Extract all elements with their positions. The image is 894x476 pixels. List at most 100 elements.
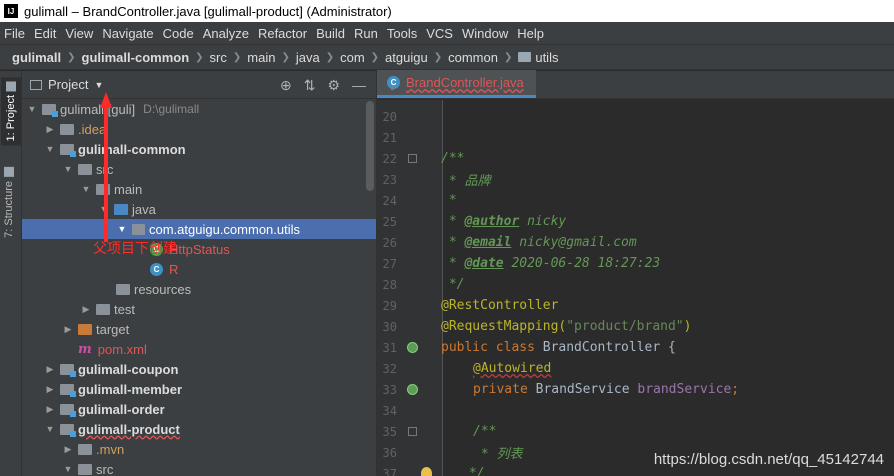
chevron-down-icon[interactable]: ▼ [26, 104, 38, 114]
code-line[interactable]: 30 @RequestMapping("product/brand") [377, 316, 894, 337]
menu-vcs[interactable]: VCS [426, 26, 453, 41]
menu-view[interactable]: View [65, 26, 93, 41]
structure-tool-tab[interactable]: 7: Structure [3, 167, 15, 238]
code-line[interactable]: 31 public class BrandController { [377, 337, 894, 358]
chevron-right-icon[interactable]: ▶ [62, 324, 74, 335]
tree-item-gulimall-product[interactable]: ▼ gulimall-product [22, 419, 376, 439]
code-line[interactable]: 34 [377, 400, 894, 421]
tree-item-label: com.atguigu.common.utils [149, 221, 301, 237]
gear-icon[interactable]: ⚙ [327, 77, 340, 94]
project-tool-tab[interactable]: 1: Project [1, 77, 21, 146]
tree-item-main[interactable]: ▼ main [22, 179, 376, 199]
class-icon: C [150, 262, 163, 276]
chevron-right-icon[interactable]: ▶ [44, 404, 56, 415]
tree-item-gulimall-common[interactable]: ▼ gulimall-common [22, 139, 376, 159]
menu-navigate[interactable]: Navigate [102, 26, 153, 41]
tree-item-pom[interactable]: m pom.xml [22, 339, 376, 359]
project-panel-header: Project ▼ ⊕ ⇅ ⚙ — [22, 71, 376, 99]
line-number: 34 [382, 403, 397, 418]
project-panel-title[interactable]: Project [48, 77, 88, 92]
tree-item-java[interactable]: ▼ java [22, 199, 376, 219]
code-line[interactable]: 33 private BrandService brandService; [377, 379, 894, 400]
chevron-right-icon[interactable]: ▶ [44, 124, 56, 135]
chevron-down-icon[interactable]: ▼ [116, 224, 128, 234]
tree-item-target[interactable]: ▶ target [22, 319, 376, 339]
menu-file[interactable]: File [4, 26, 25, 41]
line-number: 27 [382, 256, 397, 271]
locate-icon[interactable]: ⊕ [280, 77, 292, 94]
breadcrumb-item[interactable]: atguigu [385, 50, 428, 65]
tree-item-product-src[interactable]: ▼ src [22, 459, 376, 476]
tree-item-src[interactable]: ▼ src [22, 159, 376, 179]
chevron-down-icon[interactable]: ▼ [80, 184, 92, 194]
breadcrumb-item[interactable]: com [340, 50, 365, 65]
tree-item-gulimall-order[interactable]: ▶ gulimall-order [22, 399, 376, 419]
code-text: */ [461, 466, 485, 476]
menu-build[interactable]: Build [316, 26, 345, 41]
tree-item-gulimall-member[interactable]: ▶ gulimall-member [22, 379, 376, 399]
code-line[interactable]: 32 @Autowired [377, 358, 894, 379]
spring-bean-icon[interactable] [406, 384, 418, 395]
breadcrumb-item[interactable]: main [247, 50, 275, 65]
code-text: BrandService [535, 382, 638, 397]
fold-marker-icon[interactable] [407, 427, 417, 436]
menu-tools[interactable]: Tools [387, 26, 417, 41]
code-line[interactable]: 24 * [377, 190, 894, 211]
tree-item-label: pom.xml [97, 341, 147, 357]
tree-item-mvn[interactable]: ▶ .mvn [22, 439, 376, 459]
chevron-down-icon[interactable]: ▼ [44, 424, 56, 434]
menu-window[interactable]: Window [462, 26, 508, 41]
tree-item-httpstatus[interactable]: C HttpStatus [22, 239, 376, 259]
code-line[interactable]: 27 * @date 2020-06-28 18:27:23 [377, 253, 894, 274]
breadcrumb-item[interactable]: gulimall-common [82, 50, 190, 65]
chevron-right-icon: ❯ [67, 51, 76, 63]
tree-item-resources[interactable]: resources [22, 279, 376, 299]
breadcrumb-item[interactable]: common [448, 50, 498, 65]
tab-brandcontroller[interactable]: C BrandController.java [377, 70, 536, 98]
breadcrumb-item[interactable]: utils [535, 50, 558, 65]
fold-marker-icon[interactable] [407, 154, 417, 163]
code-line[interactable]: 22 /** [377, 148, 894, 169]
chevron-right-icon[interactable]: ▶ [44, 384, 56, 395]
chevron-right-icon[interactable]: ▶ [44, 364, 56, 375]
menu-analyze[interactable]: Analyze [203, 26, 249, 41]
tree-item-test[interactable]: ▶ test [22, 299, 376, 319]
collapse-all-icon[interactable]: ⇅ [304, 77, 316, 94]
tree-item-r[interactable]: C R [22, 259, 376, 279]
lightbulb-icon[interactable] [421, 467, 432, 476]
chevron-down-icon[interactable]: ▼ [44, 144, 56, 154]
menu-help[interactable]: Help [517, 26, 544, 41]
chevron-right-icon: ❯ [433, 51, 443, 63]
chevron-right-icon[interactable]: ▶ [62, 444, 74, 455]
chevron-down-icon[interactable]: ▼ [62, 164, 74, 174]
breadcrumb-item[interactable]: src [210, 50, 227, 65]
code-text: @RestController [441, 298, 559, 313]
tree-item-gulimall[interactable]: ▼ gulimall [guli] D:\gulimall [22, 99, 376, 119]
code-line[interactable]: 21 [377, 127, 894, 148]
tree-scrollbar[interactable] [366, 101, 374, 191]
menu-refactor[interactable]: Refactor [258, 26, 307, 41]
folder-icon [42, 103, 58, 117]
tree-item-idea[interactable]: ▶ .idea [22, 119, 376, 139]
tree-item-utils-package[interactable]: ▼ com.atguigu.common.utils [22, 219, 376, 239]
breadcrumb-item[interactable]: java [296, 50, 320, 65]
menu-run[interactable]: Run [354, 26, 378, 41]
code-line[interactable]: 20 [377, 106, 894, 127]
code-line[interactable]: 35 /** [377, 421, 894, 442]
chevron-right-icon[interactable]: ▶ [80, 304, 92, 315]
code-line[interactable]: 29 @RestController [377, 295, 894, 316]
code-line[interactable]: 23 * 品牌 [377, 169, 894, 190]
chevron-down-icon[interactable]: ▼ [94, 80, 103, 90]
chevron-down-icon[interactable]: ▼ [62, 464, 74, 474]
code-line[interactable]: 26 * @email nicky@gmail.com [377, 232, 894, 253]
code-line[interactable]: 28 */ [377, 274, 894, 295]
tree-item-label: gulimall [guli] [60, 101, 136, 117]
menu-edit[interactable]: Edit [34, 26, 56, 41]
breadcrumb-item[interactable]: gulimall [12, 50, 61, 65]
menu-code[interactable]: Code [163, 26, 194, 41]
hide-icon[interactable]: — [352, 77, 366, 94]
code-line[interactable]: 25 * @author nicky [377, 211, 894, 232]
source-folder-icon [114, 203, 128, 215]
tree-item-gulimall-coupon[interactable]: ▶ gulimall-coupon [22, 359, 376, 379]
spring-bean-icon[interactable] [406, 342, 418, 353]
